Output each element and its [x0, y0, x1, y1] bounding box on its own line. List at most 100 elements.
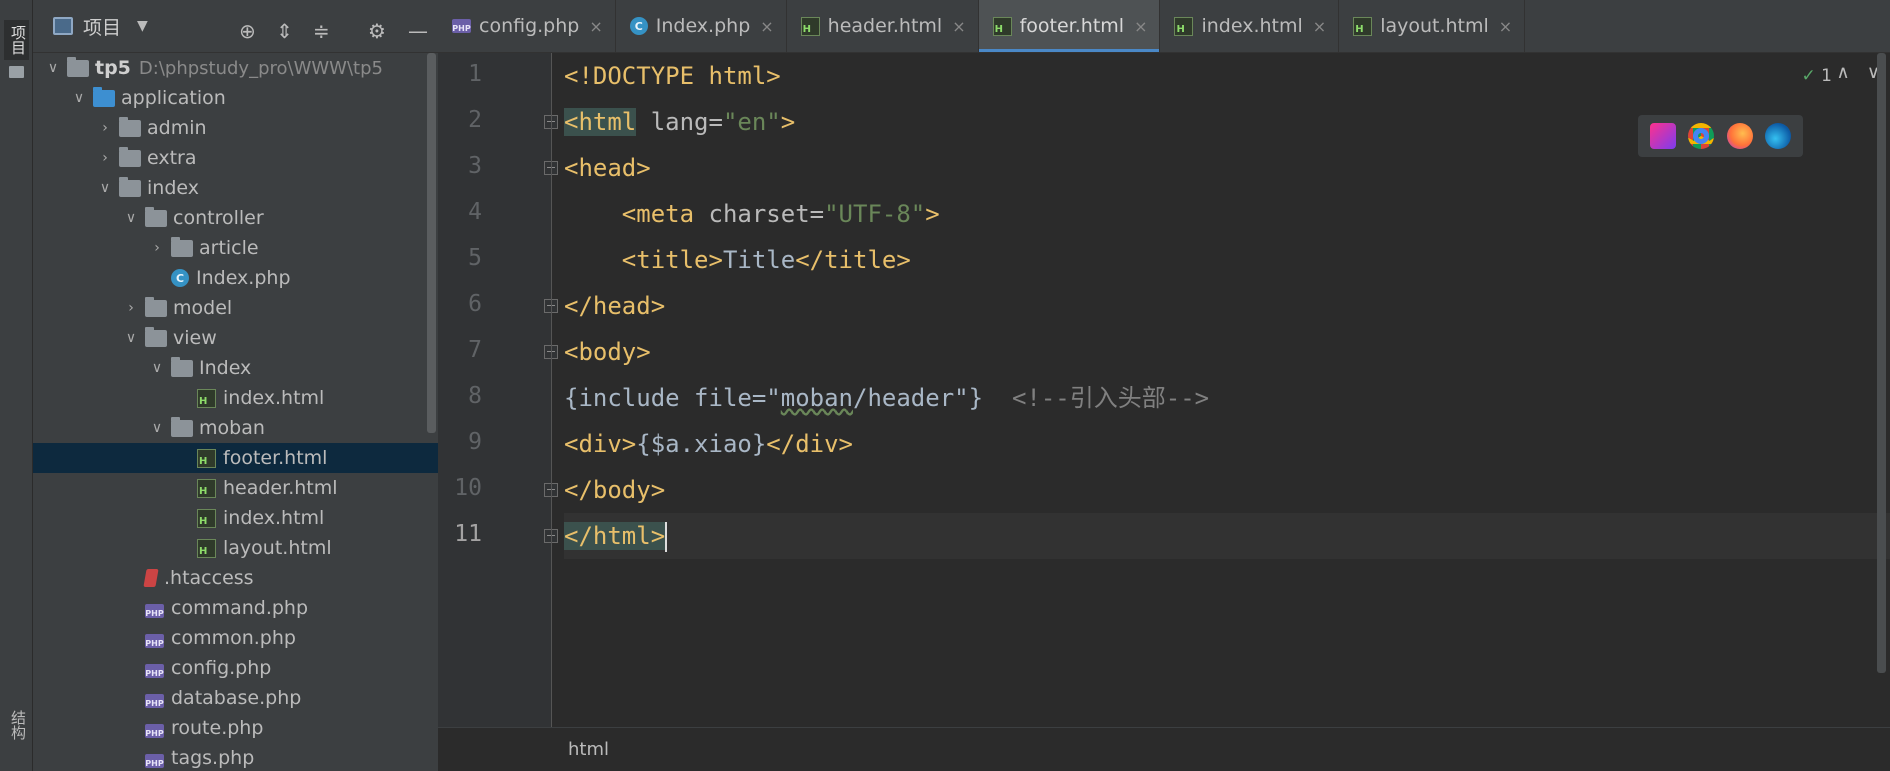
tree-item[interactable]: ∨ controller: [33, 203, 438, 233]
include-suffix-token: /header"}: [853, 384, 984, 412]
tree-item[interactable]: PHP tags.php: [33, 743, 438, 771]
project-panel-title[interactable]: 项目: [83, 13, 121, 40]
chevron-down-icon[interactable]: ∨: [121, 210, 141, 226]
html-file-icon: [800, 16, 820, 36]
editor-tab[interactable]: layout.html ×: [1339, 0, 1526, 52]
inspection-widget[interactable]: ✓ 1: [1802, 66, 1832, 86]
close-icon[interactable]: ×: [1313, 17, 1326, 36]
tree-item[interactable]: PHP config.php: [33, 653, 438, 683]
tree-item[interactable]: › admin: [33, 113, 438, 143]
tree-item[interactable]: header.html: [33, 473, 438, 503]
editor-tab[interactable]: C Index.php ×: [616, 0, 787, 52]
tree-item[interactable]: C Index.php: [33, 263, 438, 293]
collapse-all-icon[interactable]: ≑: [313, 19, 330, 43]
chrome-icon[interactable]: [1688, 123, 1715, 149]
phpstorm-icon[interactable]: [1650, 123, 1677, 149]
project-scrollbar[interactable]: [427, 53, 436, 433]
editor-scrollbar[interactable]: [1877, 53, 1886, 673]
code-line-8[interactable]: {include file="moban/header"} <!--引入头部--…: [564, 375, 1890, 421]
chevron-right-icon[interactable]: ›: [95, 120, 115, 136]
tree-item[interactable]: footer.html: [33, 443, 438, 473]
code-line-1[interactable]: <!DOCTYPE html>: [564, 53, 1890, 99]
locate-file-icon[interactable]: ⊕: [239, 19, 256, 43]
gutter-divider: [551, 53, 552, 727]
chevron-right-icon[interactable]: ›: [121, 300, 141, 316]
chevron-down-icon[interactable]: ▼: [137, 18, 148, 34]
breadcrumb[interactable]: html: [438, 727, 1890, 771]
gear-icon[interactable]: ⚙: [368, 19, 386, 43]
tree-item-label: tags.php: [171, 747, 255, 769]
tab-label: index.html: [1201, 15, 1303, 37]
close-icon[interactable]: ×: [589, 17, 602, 36]
tree-item[interactable]: PHP command.php: [33, 593, 438, 623]
title-text-token: Title: [722, 246, 796, 274]
head-close-token: </head>: [564, 292, 666, 320]
tree-item[interactable]: PHP route.php: [33, 713, 438, 743]
editor-tab[interactable]: index.html ×: [1160, 0, 1340, 52]
html-file-icon: [1174, 16, 1194, 36]
text-caret: [665, 522, 668, 552]
code-line-5[interactable]: <title>Title</title>: [564, 237, 1890, 283]
code-line-7[interactable]: <body>: [564, 329, 1890, 375]
code-line-6[interactable]: </head>: [564, 283, 1890, 329]
tree-item[interactable]: ∨ Index: [33, 353, 438, 383]
code-line-10[interactable]: </body>: [564, 467, 1890, 513]
tree-item[interactable]: ∨ index: [33, 173, 438, 203]
chevron-down-icon[interactable]: ∨: [69, 90, 89, 106]
editor-tab[interactable]: header.html ×: [787, 0, 979, 52]
tree-item[interactable]: › article: [33, 233, 438, 263]
code-line-9[interactable]: <div>{$a.xiao}</div>: [564, 421, 1890, 467]
folder-icon: [145, 326, 167, 347]
tree-item-label: common.php: [171, 627, 296, 649]
tree-item[interactable]: PHP common.php: [33, 623, 438, 653]
code-line-4[interactable]: <meta charset="UTF-8">: [564, 191, 1890, 237]
check-icon: ✓: [1801, 66, 1816, 86]
tree-item[interactable]: index.html: [33, 383, 438, 413]
php-file-icon: PHP: [145, 693, 164, 708]
folder-icon: [67, 56, 89, 77]
project-tool-tab[interactable]: 项目: [4, 20, 29, 60]
tree-item[interactable]: ∨ view: [33, 323, 438, 353]
firefox-icon[interactable]: [1726, 123, 1753, 149]
folder-icon: [171, 416, 193, 437]
editor-tab[interactable]: footer.html ×: [978, 0, 1161, 52]
chevron-up-icon[interactable]: ∧: [1836, 62, 1849, 83]
folder-icon: [145, 296, 167, 317]
editor-tabs: PHPconfig.php×CIndex.php×header.html×foo…: [438, 0, 1890, 53]
expand-all-icon[interactable]: ⇕: [276, 19, 293, 43]
tree-item[interactable]: › model: [33, 293, 438, 323]
code-line-11[interactable]: </html>: [564, 513, 1890, 559]
chevron-down-icon[interactable]: ∨: [95, 180, 115, 196]
chevron-down-icon[interactable]: ∨: [147, 420, 167, 436]
head-open-token: <head>: [564, 154, 651, 182]
body-open-token: <body>: [564, 338, 651, 366]
tree-item[interactable]: ∨ application: [33, 83, 438, 113]
highlight-nav: ∧ ∨: [1836, 62, 1880, 83]
tree-item-label: index.html: [223, 507, 325, 529]
chevron-down-icon[interactable]: ∨: [43, 60, 63, 76]
tree-item[interactable]: index.html: [33, 503, 438, 533]
close-icon[interactable]: ×: [952, 17, 965, 36]
chevron-down-icon[interactable]: ∨: [121, 330, 141, 346]
tree-item[interactable]: ∨ tp5 D:\phpstudy_pro\WWW\tp5: [33, 53, 438, 83]
close-icon[interactable]: ×: [1134, 17, 1147, 36]
line-number: 1: [468, 61, 482, 87]
structure-tool-tab[interactable]: 结构: [4, 705, 29, 745]
html-file-icon: [992, 16, 1012, 36]
tree-item[interactable]: layout.html: [33, 533, 438, 563]
editor-tab[interactable]: PHP config.php ×: [438, 0, 616, 52]
line-number: 7: [468, 337, 482, 363]
tree-item[interactable]: ∨ moban: [33, 413, 438, 443]
tree-item[interactable]: .htaccess: [33, 563, 438, 593]
minimize-icon[interactable]: —: [408, 19, 428, 43]
close-icon[interactable]: ×: [1499, 17, 1512, 36]
chevron-down-icon[interactable]: ∨: [147, 360, 167, 376]
tree-item[interactable]: PHP database.php: [33, 683, 438, 713]
folder-icon: [171, 236, 193, 257]
edge-icon[interactable]: [1764, 123, 1791, 149]
chevron-right-icon[interactable]: ›: [147, 240, 167, 256]
chevron-right-icon[interactable]: ›: [95, 150, 115, 166]
close-icon[interactable]: ×: [760, 17, 773, 36]
folder-icon: [119, 116, 141, 137]
tree-item[interactable]: › extra: [33, 143, 438, 173]
